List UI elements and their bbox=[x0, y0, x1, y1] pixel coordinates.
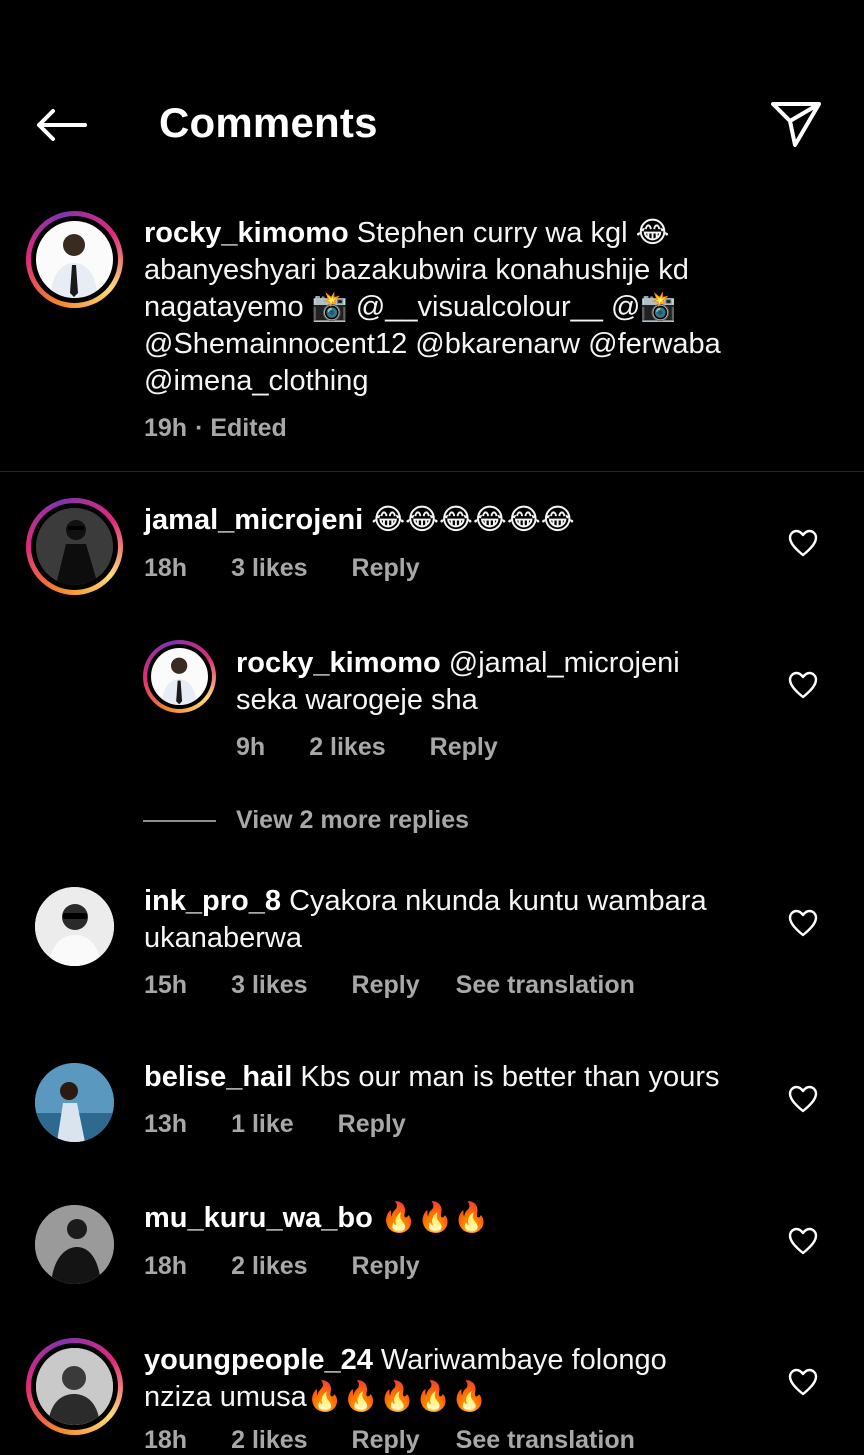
comment-body-line-2: ukanaberwa bbox=[144, 922, 302, 954]
comment-meta: 15h 3 likes Reply See translation bbox=[144, 971, 635, 1000]
caption-time: 19h bbox=[144, 414, 188, 442]
likes-count[interactable]: 2 likes bbox=[309, 733, 385, 762]
comment-body: 😂😂😂😂😂😂 bbox=[371, 504, 575, 536]
see-translation-button[interactable]: See translation bbox=[456, 971, 635, 1000]
likes-count[interactable]: 1 like bbox=[231, 1110, 294, 1139]
back-button[interactable] bbox=[30, 98, 92, 152]
comment-meta: 13h 1 like Reply bbox=[144, 1110, 406, 1139]
reply-username[interactable]: rocky_kimomo bbox=[236, 647, 441, 679]
comment-meta: 18h 3 likes Reply bbox=[144, 554, 420, 583]
comment-username[interactable]: belise_hail bbox=[144, 1061, 292, 1093]
comment-body-line-2: nziza umusa🔥🔥🔥🔥🔥 bbox=[144, 1381, 488, 1413]
reply-meta: 9h 2 likes Reply bbox=[236, 733, 498, 762]
caption-avatar[interactable] bbox=[26, 211, 123, 308]
heart-icon[interactable] bbox=[788, 1227, 818, 1255]
reply-button[interactable]: Reply bbox=[338, 1110, 406, 1139]
heart-icon[interactable] bbox=[788, 529, 818, 557]
comment-text: belise_hail Kbs our man is better than y… bbox=[144, 1059, 784, 1096]
reply-mention[interactable]: @jamal_microjeni bbox=[449, 647, 680, 679]
heart-icon[interactable] bbox=[788, 909, 818, 937]
comment-time: 15h bbox=[144, 971, 188, 999]
comment-text: ink_pro_8 Cyakora nkunda kuntu wambara u… bbox=[144, 883, 764, 957]
caption-divider bbox=[0, 471, 864, 472]
comment-username[interactable]: ink_pro_8 bbox=[144, 885, 281, 917]
comment-text: jamal_microjeni 😂😂😂😂😂😂 bbox=[144, 502, 575, 539]
send-icon bbox=[771, 102, 821, 147]
comment-time: 18h bbox=[144, 554, 188, 582]
caption-username[interactable]: rocky_kimomo bbox=[144, 217, 349, 249]
page-title: Comments bbox=[159, 99, 378, 146]
see-translation-button[interactable]: See translation bbox=[456, 1426, 635, 1455]
caption-line-1: Stephen curry wa kgl 😂 bbox=[356, 217, 670, 249]
comment-username[interactable]: jamal_microjeni bbox=[144, 504, 363, 536]
comment-username[interactable]: youngpeople_24 bbox=[144, 1344, 373, 1376]
comment-time: 13h bbox=[144, 1110, 188, 1138]
reply-button[interactable]: Reply bbox=[352, 971, 420, 1000]
comment-body: 🔥🔥🔥 bbox=[380, 1202, 490, 1234]
heart-icon[interactable] bbox=[788, 1085, 818, 1113]
comment-time: 18h bbox=[144, 1426, 188, 1454]
reply-button[interactable]: Reply bbox=[352, 1426, 420, 1455]
reply-button[interactable]: Reply bbox=[430, 733, 498, 762]
header: Comments bbox=[0, 0, 864, 200]
comment-username[interactable]: mu_kuru_wa_bo bbox=[144, 1202, 373, 1234]
reply-avatar[interactable] bbox=[143, 640, 216, 713]
caption-line-5: @imena_clothing bbox=[144, 365, 369, 397]
comment-body-line-1: Wariwambaye folongo bbox=[380, 1344, 667, 1376]
comment-avatar[interactable] bbox=[35, 887, 114, 966]
heart-icon[interactable] bbox=[788, 1368, 818, 1396]
reply-time: 9h bbox=[236, 733, 266, 761]
caption-edited: · Edited bbox=[195, 414, 287, 442]
comment-body: Kbs our man is better than yours bbox=[300, 1061, 720, 1093]
reply-text: rocky_kimomo @jamal_microjeni seka warog… bbox=[236, 645, 756, 719]
reply-button[interactable]: Reply bbox=[352, 554, 420, 583]
comment-time: 18h bbox=[144, 1252, 188, 1280]
comment-text: youngpeople_24 Wariwambaye folongo nziza… bbox=[144, 1342, 764, 1416]
comment-avatar[interactable] bbox=[26, 1338, 123, 1435]
likes-count[interactable]: 3 likes bbox=[231, 971, 307, 1000]
comment-avatar[interactable] bbox=[35, 1205, 114, 1284]
comment-meta: 18h 2 likes Reply bbox=[144, 1252, 420, 1281]
heart-icon[interactable] bbox=[788, 671, 818, 699]
caption-line-2: abanyeshyari bazakubwira konahushije kd bbox=[144, 254, 689, 286]
comment-body-line-1: Cyakora nkunda kuntu wambara bbox=[289, 885, 707, 917]
view-more-line bbox=[143, 819, 216, 822]
view-more-label: View 2 more replies bbox=[236, 806, 469, 834]
likes-count[interactable]: 2 likes bbox=[231, 1252, 307, 1281]
comment-text: mu_kuru_wa_bo 🔥🔥🔥 bbox=[144, 1200, 489, 1237]
comment-avatar[interactable] bbox=[26, 498, 123, 595]
reply-button[interactable]: Reply bbox=[352, 1252, 420, 1281]
caption-meta: 19h · Edited bbox=[144, 414, 287, 443]
likes-count[interactable]: 2 likes bbox=[231, 1426, 307, 1455]
caption-line-3: nagatayemo 📸 @__visualcolour__ @📸 bbox=[144, 291, 677, 323]
comment-meta: 18h 2 likes Reply See translation bbox=[144, 1426, 635, 1455]
caption-line-4: @Shemainnocent12 @bkarenarw @ferwaba bbox=[144, 328, 721, 360]
comment-avatar[interactable] bbox=[35, 1063, 114, 1142]
share-button[interactable] bbox=[768, 96, 824, 152]
likes-count[interactable]: 3 likes bbox=[231, 554, 307, 583]
caption-text: rocky_kimomo Stephen curry wa kgl 😂 aban… bbox=[144, 215, 824, 400]
reply-body: seka warogeje sha bbox=[236, 684, 478, 716]
view-more-replies[interactable]: View 2 more replies bbox=[143, 806, 469, 835]
back-arrow-icon bbox=[37, 109, 87, 141]
